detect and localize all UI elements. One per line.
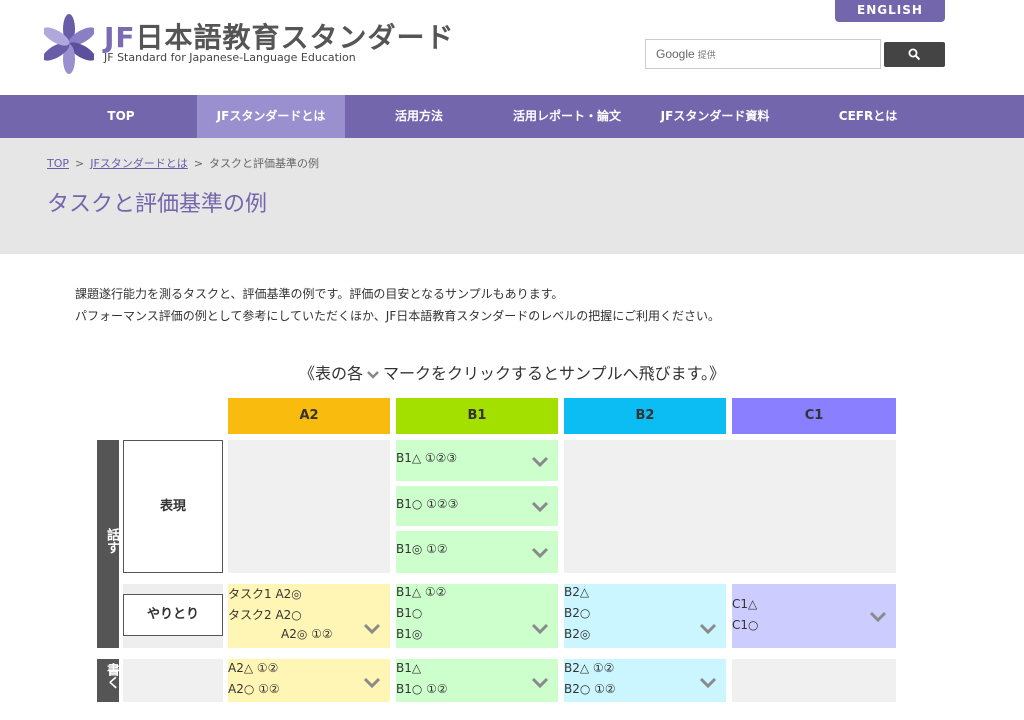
sample-link-inter-b2[interactable]: B2△ B2○ B2◎	[564, 584, 726, 648]
sample-label: B2○	[564, 606, 591, 620]
nav-item-jf-standard[interactable]: JFスタンダードとは	[197, 95, 345, 138]
english-button[interactable]: ENGLISH	[835, 0, 945, 22]
chevron-down-icon	[699, 677, 717, 689]
cell-expression-b2-c1	[564, 440, 896, 573]
nav-item-materials[interactable]: JFスタンダード資料	[641, 95, 789, 138]
nav-item-reports[interactable]: 活用レポート・論文	[493, 95, 641, 138]
notice-after: マークをクリックするとサンプルへ飛びます。》	[383, 364, 725, 383]
sample-link-write-a2[interactable]: A2△ ①② A2○ ①②	[228, 659, 390, 702]
cell-expression-a2	[228, 440, 390, 573]
subhead-expression-cell: 表現	[123, 440, 223, 573]
search-button[interactable]	[884, 42, 945, 67]
chevron-down-icon	[367, 370, 379, 379]
sample-label: タスク2 A2○	[228, 608, 302, 622]
sample-label: B1◎	[396, 627, 423, 641]
intro-line-2: パフォーマンス評価の例として参考にしていただくほか、JF日本語教育スタンダードの…	[75, 309, 721, 323]
sample-label: B1○ ①②	[396, 682, 448, 696]
sample-link-inter-a2[interactable]: タスク1 A2◎ タスク2 A2○ A2◎ ①②	[228, 584, 390, 648]
sample-link-write-b1[interactable]: B1△ B1○ ①②	[396, 659, 558, 702]
sample-label: B1◎ ①②	[396, 542, 448, 556]
subhead-interaction-cell: やりとり	[123, 584, 223, 648]
sample-link-write-b2[interactable]: B2△ ①② B2○ ①②	[564, 659, 726, 702]
nav-item-cefr[interactable]: CEFRとは	[793, 95, 943, 138]
breadcrumb: TOP > JFスタンダードとは > タスクと評価基準の例	[47, 157, 320, 170]
intro-line-1: 課題遂行能力を測るタスクと、評価基準の例です。評価の目安となるサンプルもあります…	[75, 287, 564, 301]
row-header-write: 書く	[97, 659, 119, 702]
chevron-down-icon	[531, 456, 549, 468]
sample-label: B1△	[396, 661, 422, 675]
sample-label: A2◎ ①②	[281, 627, 333, 641]
chevron-down-icon	[363, 677, 381, 689]
search-icon	[908, 48, 921, 61]
site-subtitle: JF Standard for Japanese-Language Educat…	[104, 51, 356, 64]
nav-item-usage[interactable]: 活用方法	[345, 95, 493, 138]
site-title-main: 日本語教育スタンダード	[135, 21, 455, 54]
search-brand: Google 提供	[656, 47, 716, 61]
breadcrumb-jf-standard[interactable]: JFスタンダードとは	[90, 157, 188, 170]
breadcrumb-top[interactable]: TOP	[47, 157, 69, 170]
google-label: Google	[656, 47, 695, 61]
col-header-c1: C1	[732, 398, 896, 434]
notice-before: 《表の各	[299, 364, 364, 383]
sample-label: B1△ ①②③	[396, 451, 458, 465]
sample-label: タスク1 A2◎	[228, 587, 302, 601]
search-input[interactable]: Google 提供	[645, 39, 881, 69]
sample-link-expr-b1-2[interactable]: B1○ ①②③	[396, 486, 558, 526]
chevron-down-icon	[531, 501, 549, 513]
site-title[interactable]: JF日本語教育スタンダード	[104, 16, 455, 56]
col-header-b2: B2	[564, 398, 726, 434]
sample-link-expr-b1-3[interactable]: B1◎ ①②	[396, 531, 558, 573]
sample-link-expr-b1-1[interactable]: B1△ ①②③	[396, 440, 558, 481]
sample-label: C1△	[732, 597, 758, 611]
chevron-down-icon	[531, 623, 549, 635]
subhead-interaction: やりとり	[123, 594, 223, 636]
table-notice: 《表の各 マークをクリックするとサンプルへ飛びます。》	[0, 360, 1024, 384]
sample-label: B2◎	[564, 627, 591, 641]
sample-link-inter-b1[interactable]: B1△ ①② B1○ B1◎	[396, 584, 558, 648]
sample-label: C1○	[732, 618, 759, 632]
chevron-down-icon	[531, 547, 549, 559]
main-nav: TOP JFスタンダードとは 活用方法 活用レポート・論文 JFスタンダード資料…	[0, 95, 1024, 138]
sample-label: A2△ ①②	[228, 661, 279, 675]
chevron-down-icon	[699, 623, 717, 635]
nav-item-top[interactable]: TOP	[47, 95, 195, 138]
chevron-down-icon	[869, 611, 887, 623]
col-header-a2: A2	[228, 398, 390, 434]
sample-label: A2○ ①②	[228, 682, 280, 696]
cell-write-c1	[732, 659, 896, 702]
row-header-speak: 話す	[97, 440, 119, 648]
logo-flower-icon	[44, 14, 94, 74]
search-provided-label: 提供	[697, 50, 716, 60]
sample-link-inter-c1[interactable]: C1△ C1○	[732, 584, 896, 648]
sample-label: B2△	[564, 585, 590, 599]
sample-label: B1△ ①②	[396, 585, 447, 599]
site-title-prefix: JF	[104, 21, 136, 54]
page-title: タスクと評価基準の例	[47, 192, 268, 217]
subhead-write-cell	[123, 659, 223, 702]
chevron-down-icon	[363, 623, 381, 635]
chevron-down-icon	[531, 677, 549, 689]
col-header-b1: B1	[396, 398, 558, 434]
subhead-expression: 表現	[123, 440, 223, 573]
sample-label: B2△ ①②	[564, 661, 615, 675]
breadcrumb-current: タスクと評価基準の例	[209, 157, 320, 170]
sample-label: B1○	[396, 606, 423, 620]
sample-label: B1○ ①②③	[396, 497, 459, 511]
sample-label: B2○ ①②	[564, 682, 616, 696]
